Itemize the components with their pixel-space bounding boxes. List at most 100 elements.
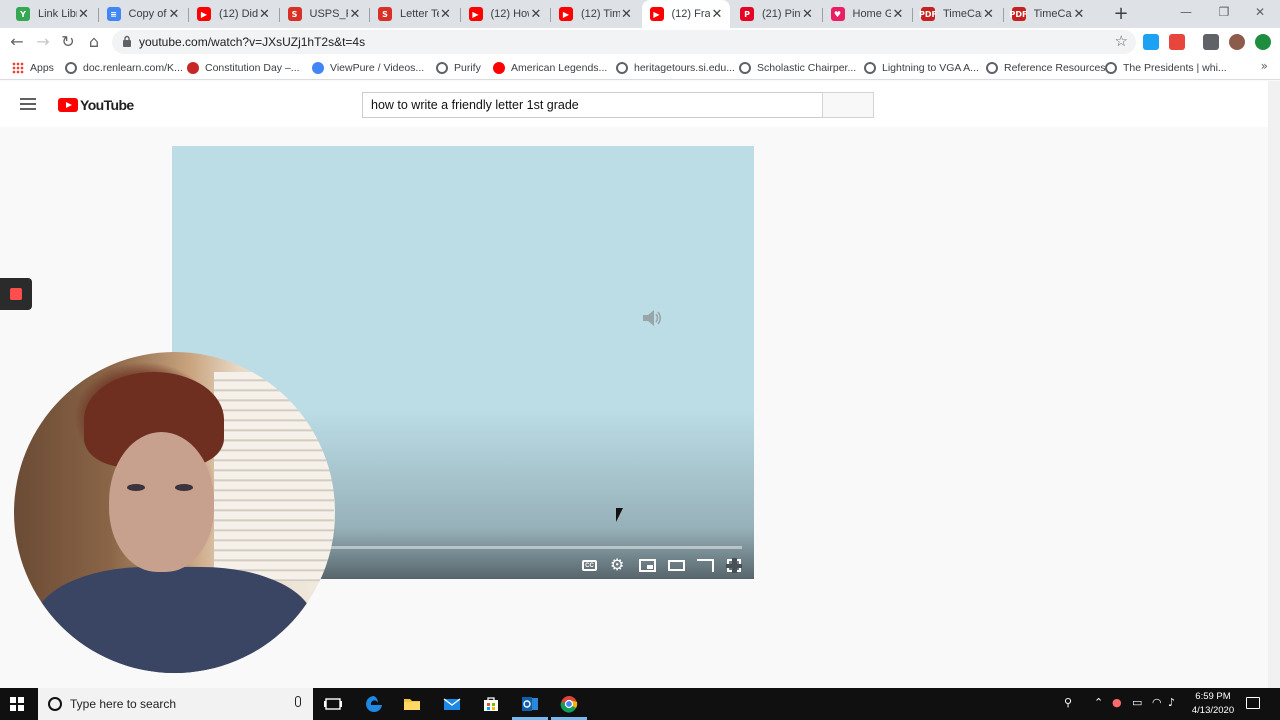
webcam-overlay[interactable] [14, 352, 335, 673]
search-button[interactable] [822, 92, 874, 118]
minimize-button[interactable]: — [1168, 0, 1204, 28]
close-tab-icon[interactable]: ✕ [801, 7, 815, 22]
browser-tab[interactable]: S Letter Te ✕ [370, 0, 459, 28]
bookmark-item[interactable]: ViewPure / Videos... [312, 60, 424, 76]
windows-start-icon[interactable] [10, 697, 24, 711]
bookmark-item[interactable]: Constitution Day –... [187, 60, 300, 76]
close-window-button[interactable]: ✕ [1242, 0, 1278, 28]
recorder-tray-icon[interactable]: ● [1112, 696, 1122, 709]
globe-icon [864, 62, 876, 74]
close-tab-icon[interactable]: ✕ [1072, 7, 1086, 22]
taskbar-search-placeholder: Type here to search [70, 697, 177, 711]
miniplayer-icon [639, 559, 656, 572]
edge-icon[interactable] [364, 694, 384, 714]
mail-icon[interactable] [442, 694, 462, 714]
forward-button[interactable]: → [32, 31, 54, 53]
bookmark-item[interactable]: Lightning to VGA A... [864, 60, 979, 76]
action-center-icon[interactable] [1246, 697, 1260, 709]
reading-list-icon[interactable] [1203, 34, 1219, 50]
youtube-logo[interactable]: YouTube [58, 97, 134, 113]
close-tab-icon[interactable]: ✕ [258, 7, 272, 22]
bookmark-item[interactable]: Reference Resources [986, 60, 1106, 76]
bookmarks-overflow-icon[interactable]: » [1261, 59, 1268, 73]
tab-favicon-icon: ▶ [468, 7, 483, 21]
address-bar[interactable]: youtube.com/watch?v=JXsUZj1hT2s&t=4s ☆ [112, 30, 1136, 54]
browser-tab[interactable]: ▶ (12) Fran✕ [641, 0, 730, 28]
page-scrollbar[interactable] [1268, 81, 1280, 688]
bookmark-item[interactable]: American Legends... [493, 60, 607, 76]
chrome-icon[interactable] [559, 694, 579, 714]
microphone-icon[interactable] [295, 696, 301, 707]
volume-icon[interactable]: ♪ [1168, 696, 1175, 709]
fullscreen-button[interactable] [725, 557, 744, 573]
muted-speaker-icon[interactable] [640, 306, 664, 330]
restore-button[interactable]: ❐ [1206, 0, 1242, 28]
people-icon[interactable]: ⚲ [1064, 696, 1072, 709]
show-hidden-icons-chevron-icon[interactable]: ⌃ [1094, 696, 1103, 709]
browser-tab[interactable]: ▶ (12) Did Y✕ [189, 0, 278, 28]
settings-button[interactable]: ⚙ [609, 555, 628, 574]
task-view-icon[interactable] [323, 694, 343, 714]
wifi-icon[interactable]: ◠ [1152, 696, 1162, 709]
browser-tab[interactable]: S USPS_Re✕ [280, 0, 369, 28]
browser-tab[interactable]: ≡ Copy of C✕ [99, 0, 188, 28]
search-bar [362, 92, 874, 118]
close-tab-icon[interactable]: ✕ [891, 7, 905, 22]
screen-recorder-icon[interactable] [1143, 34, 1159, 50]
home-button[interactable]: ⌂ [83, 31, 105, 53]
close-tab-icon[interactable]: ✕ [439, 7, 453, 22]
tab-favicon-icon: S [378, 7, 392, 21]
browser-tab[interactable]: ♥ Home Gr✕ [823, 0, 912, 28]
browser-tab[interactable]: P (21) Pinte✕ [732, 0, 821, 28]
file-explorer-icon[interactable] [402, 694, 422, 714]
new-tab-button[interactable]: + [1110, 3, 1132, 25]
browser-tab[interactable]: Y Link Libra✕ [8, 0, 97, 28]
close-tab-icon[interactable]: ✕ [982, 7, 996, 22]
theater-mode-button[interactable] [667, 557, 686, 573]
cast-button[interactable] [696, 557, 715, 573]
bookmark-label: Constitution Day –... [205, 62, 300, 74]
extension-badge-icon[interactable] [1169, 34, 1185, 50]
fullscreen-icon [726, 558, 742, 573]
browser-tab[interactable]: PDF TimeCap✕ [1004, 0, 1093, 28]
bookmark-item[interactable]: Apps [12, 60, 54, 76]
tab-title: USPS_Re [309, 8, 349, 20]
close-tab-icon[interactable]: ✕ [529, 7, 543, 22]
captions-button[interactable]: CC [580, 557, 599, 573]
browser-tab[interactable]: ▶ (12) Time✕ [551, 0, 640, 28]
globe-icon [436, 62, 448, 74]
stop-recording-button[interactable] [0, 278, 32, 310]
theater-icon [668, 560, 685, 571]
lock-icon[interactable] [122, 35, 132, 47]
tab-favicon-icon: ▶ [649, 7, 664, 21]
search-input[interactable] [362, 92, 822, 118]
close-tab-icon[interactable]: ✕ [620, 7, 634, 22]
battery-icon[interactable]: ▭ [1132, 696, 1142, 709]
miniplayer-button[interactable] [638, 557, 657, 573]
close-tab-icon[interactable]: ✕ [710, 7, 724, 22]
close-tab-icon[interactable]: ✕ [348, 7, 362, 22]
store-icon[interactable] [481, 694, 501, 714]
outlook-icon[interactable] [520, 694, 540, 714]
bookmark-star-icon[interactable]: ☆ [1115, 32, 1128, 50]
close-tab-icon[interactable]: ✕ [167, 7, 181, 22]
system-clock[interactable]: 6:59 PM 4/13/2020 [1184, 690, 1242, 718]
tab-title: Copy of C [128, 8, 168, 20]
reload-button[interactable]: ↻ [57, 31, 79, 53]
back-button[interactable]: ← [6, 31, 28, 53]
profile-avatar[interactable] [1229, 34, 1245, 50]
tab-favicon-icon: PDF [919, 7, 937, 21]
menu-icon[interactable] [20, 98, 36, 110]
tab-title: (12) How [490, 8, 530, 20]
bookmark-item[interactable]: The Presidents | whi... [1105, 60, 1227, 76]
bookmark-item[interactable]: doc.renlearn.com/K... [65, 60, 183, 76]
close-tab-icon[interactable]: ✕ [77, 7, 91, 22]
bookmark-item[interactable]: heritagetours.si.edu... [616, 60, 735, 76]
bookmark-item[interactable]: Scholastic Chairper... [739, 60, 856, 76]
browser-tab[interactable]: PDF TimeCap✕ [913, 0, 1002, 28]
taskbar-search-box[interactable]: Type here to search [38, 688, 313, 720]
browser-tab[interactable]: ▶ (12) How✕ [461, 0, 550, 28]
tab-favicon-icon: Y [16, 7, 30, 21]
bookmark-item[interactable]: Purify [436, 60, 481, 76]
update-icon[interactable] [1255, 34, 1271, 50]
